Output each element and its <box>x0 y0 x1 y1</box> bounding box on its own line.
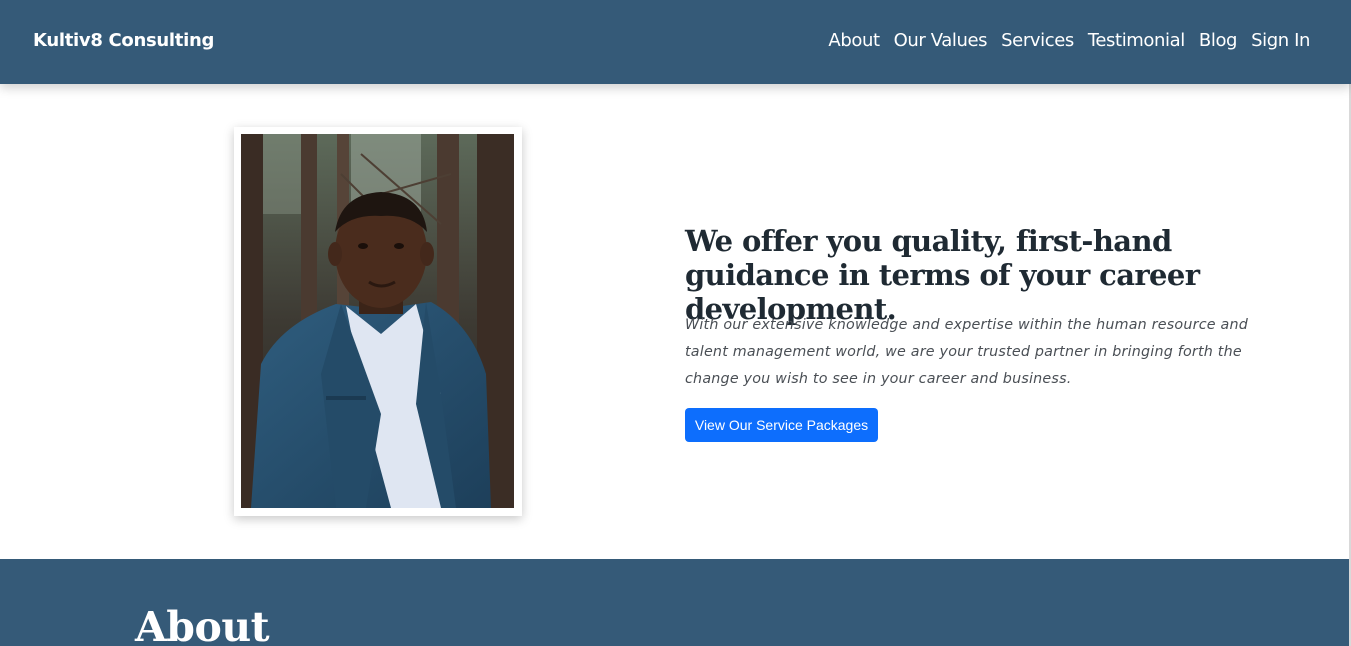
view-service-packages-button[interactable]: View Our Service Packages <box>685 408 878 442</box>
hero-description: With our extensive knowledge and experti… <box>685 317 1248 387</box>
consultant-portrait-image <box>241 134 514 508</box>
about-heading: About <box>135 603 270 646</box>
hero-section: We offer you quality, first-hand guidanc… <box>0 84 1351 559</box>
portrait-frame <box>234 127 522 516</box>
nav-link-testimonial[interactable]: Testimonial <box>1088 30 1185 51</box>
nav-link-services[interactable]: Services <box>1001 30 1074 51</box>
hero-headline: We offer you quality, first-hand guidanc… <box>685 224 1200 326</box>
nav-link-our-values[interactable]: Our Values <box>894 30 988 51</box>
brand-logo-link[interactable]: Kultiv8 Consulting <box>33 30 214 51</box>
nav-link-about[interactable]: About <box>828 30 880 51</box>
nav-link-blog[interactable]: Blog <box>1199 30 1238 51</box>
navbar: Kultiv8 Consulting About Our Values Serv… <box>0 0 1351 84</box>
about-section: About <box>0 559 1351 646</box>
nav-link-sign-in[interactable]: Sign In <box>1251 30 1310 51</box>
nav-links: About Our Values Services Testimonial Bl… <box>828 30 1310 51</box>
